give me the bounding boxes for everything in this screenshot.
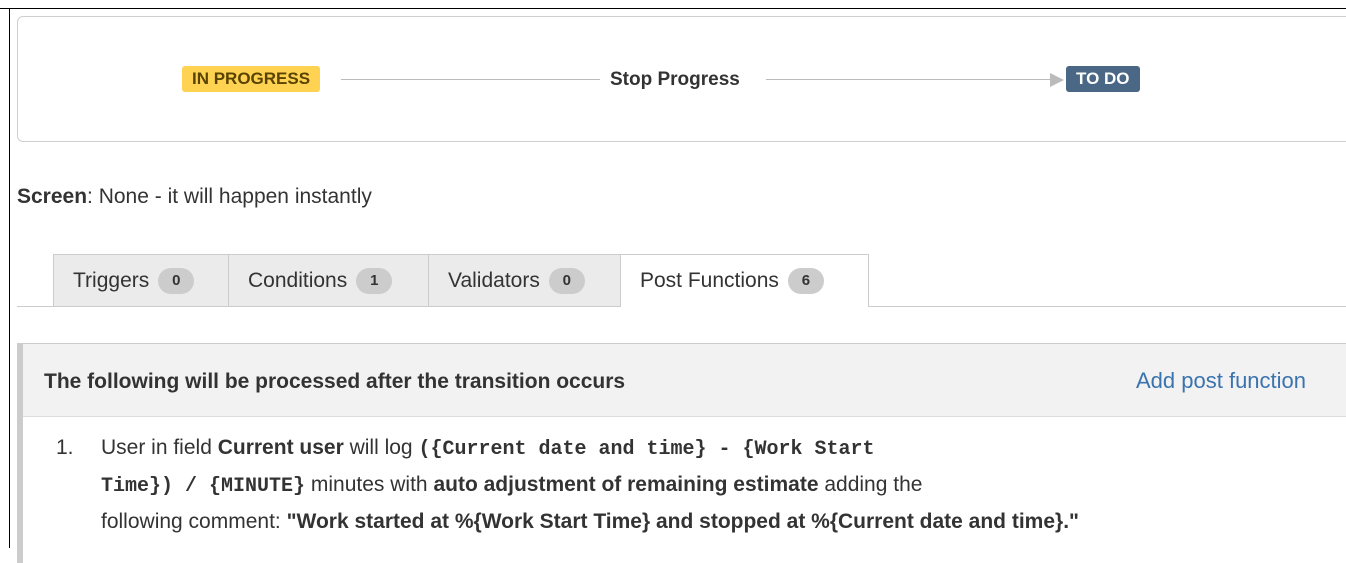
workflow-diagram: IN PROGRESS Stop Progress TO DO xyxy=(17,16,1346,142)
tab-conditions-label: Conditions xyxy=(248,268,348,292)
post-functions-header: The following will be processed after th… xyxy=(23,344,1346,417)
pf-comment-text: "Work started at %{Work Start Time} and … xyxy=(286,510,1079,533)
tab-post-functions-count-badge: 6 xyxy=(787,268,824,294)
screen-label: Screen xyxy=(17,185,88,208)
screen-info: Screen: None - it will happen instantly xyxy=(17,185,372,209)
tab-triggers-label: Triggers xyxy=(73,268,150,292)
tab-validators-label: Validators xyxy=(448,268,540,292)
arrow-right-icon xyxy=(1050,73,1064,87)
tab-triggers-count-badge: 0 xyxy=(158,267,195,294)
transition-line-left xyxy=(341,79,600,80)
tab-post-functions-label: Post Functions xyxy=(640,269,779,292)
transition-line-right xyxy=(766,79,1050,80)
pf-text-3: minutes with xyxy=(305,473,434,496)
post-functions-panel: The following will be processed after th… xyxy=(17,343,1346,563)
pf-text-5: following comment: xyxy=(101,510,287,533)
pf-field-name: Current user xyxy=(217,436,344,459)
tab-triggers[interactable]: Triggers 0 xyxy=(53,254,228,306)
pf-text-2: will log xyxy=(343,436,419,459)
post-functions-header-title: The following will be processed after th… xyxy=(44,370,626,393)
add-post-function-link[interactable]: Add post function xyxy=(1136,368,1306,394)
tab-conditions[interactable]: Conditions 1 xyxy=(228,254,428,306)
pf-text-4: adding the xyxy=(818,473,923,496)
transition-name: Stop Progress xyxy=(610,69,740,90)
pf-text-1: User in field xyxy=(101,436,218,459)
pf-expression-line-1: ({Current date and time} - {Work Start xyxy=(418,438,875,461)
tab-validators[interactable]: Validators 0 xyxy=(428,254,621,306)
status-todo-lozenge: TO DO xyxy=(1066,66,1140,92)
frame-top-border xyxy=(0,8,1346,9)
post-function-item: 1. User in field Current user will log (… xyxy=(44,430,1344,539)
tab-post-functions[interactable]: Post Functions 6 xyxy=(621,254,869,307)
post-functions-list: 1. User in field Current user will log (… xyxy=(44,430,1344,539)
tab-conditions-count-badge: 1 xyxy=(356,267,393,294)
frame-left-border xyxy=(9,8,10,548)
pf-adjustment-mode: auto adjustment of remaining estimate xyxy=(433,473,819,496)
screen-value: : None - it will happen instantly xyxy=(87,185,372,208)
post-function-number: 1. xyxy=(56,436,74,459)
tab-validators-count-badge: 0 xyxy=(548,267,585,294)
status-in-progress-lozenge: IN PROGRESS xyxy=(182,66,321,92)
pf-expression-line-2: Time}) / {MINUTE} xyxy=(101,475,306,498)
